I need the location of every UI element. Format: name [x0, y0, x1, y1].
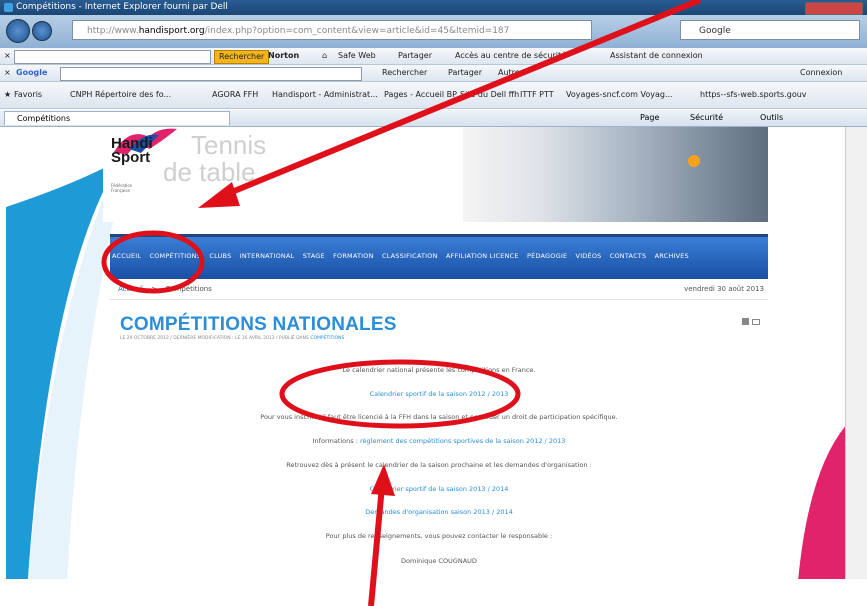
annotation-ellipse-calendar	[279, 359, 521, 429]
annotation-ellipse-nav	[101, 230, 205, 294]
annotation-arrow-top	[198, 0, 702, 208]
annotation-arrow-bottom	[368, 464, 395, 606]
annotation-layer	[101, 0, 702, 606]
